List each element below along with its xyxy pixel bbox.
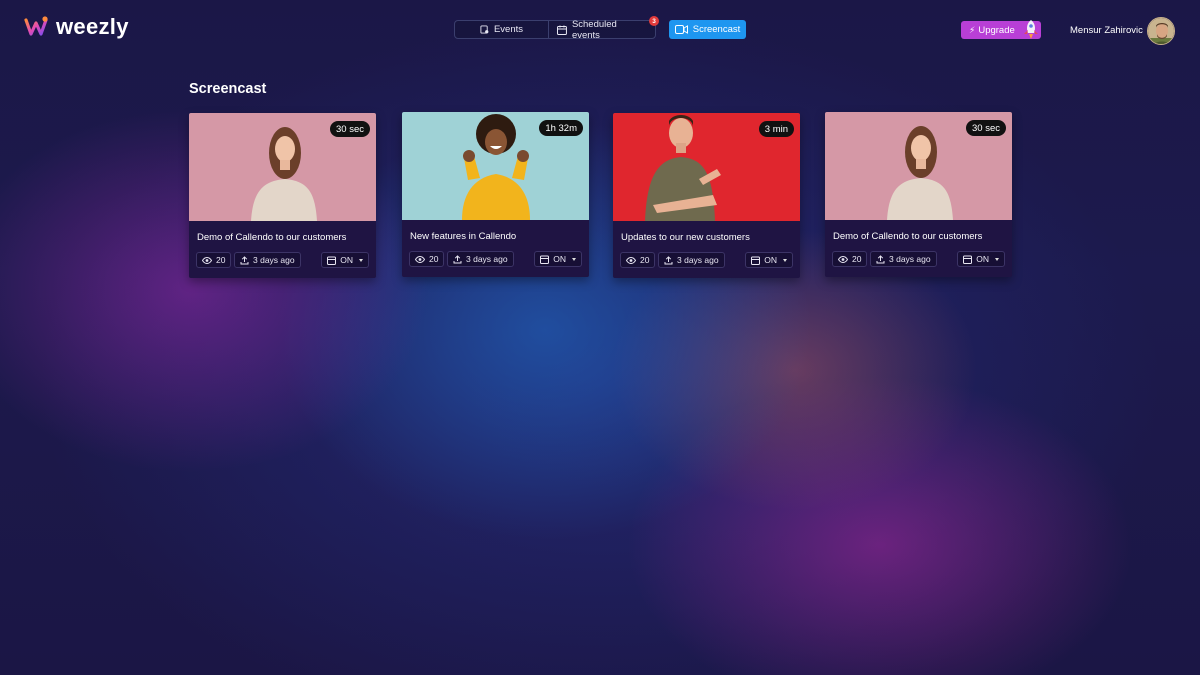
card-title[interactable]: Updates to our new customers [621,232,750,243]
tab-scheduled-events-label: Scheduled events [571,18,617,41]
app-name: weezly [56,14,129,39]
views-count: 20 [620,252,656,268]
duration-badge: 30 sec [330,121,370,137]
chevron-down-icon [572,257,576,261]
duration-badge: 1h 32m [539,120,583,136]
status-value: ON [764,255,777,265]
views-value: 20 [640,255,650,265]
page-title: Screencast [189,81,267,97]
weezly-logo-icon [24,16,48,36]
screencast-card[interactable]: 30 sec Demo of Callendo to our customers… [825,112,1012,277]
video-thumbnail[interactable]: 30 sec [189,113,376,221]
views-count: 20 [832,251,868,267]
card-title[interactable]: Demo of Callendo to our customers [833,231,982,242]
nav-tabs: Events Scheduled events 3 [454,16,659,41]
upload-icon [876,254,885,263]
status-dropdown[interactable]: ON [957,251,1005,267]
calendar-icon [557,25,567,35]
upload-icon [240,255,249,264]
chevron-down-icon [359,258,363,262]
upload-date-value: 3 days ago [677,255,719,265]
eye-icon [838,255,848,263]
tab-events[interactable]: Events [455,21,549,38]
upload-date: 3 days ago [658,252,725,268]
upload-date: 3 days ago [870,251,937,267]
status-dropdown[interactable]: ON [745,252,793,268]
card-title[interactable]: New features in Callendo [410,231,516,242]
app-logo[interactable]: weezly [24,14,129,40]
views-value: 20 [852,254,862,264]
user-name[interactable]: Mensur Zahirovic [1070,25,1143,36]
event-icon [480,25,489,34]
views-count: 20 [196,252,232,268]
status-dropdown[interactable]: ON [321,252,369,268]
views-value: 20 [429,254,439,264]
screencast-card[interactable]: 1h 32m New features in Callendo 20 3 day… [402,112,589,277]
eye-icon [202,256,212,264]
duration-badge: 30 sec [966,120,1006,136]
card-title[interactable]: Demo of Callendo to our customers [197,232,346,243]
screencast-card[interactable]: 30 sec Demo of Callendo to our customers… [189,113,376,278]
upload-icon [453,254,462,263]
views-count: 20 [409,251,445,267]
notification-badge: 3 [649,16,659,26]
chevron-down-icon [783,258,787,262]
upgrade-button[interactable]: ⚡ Upgrade [961,20,1041,39]
calendar-icon [540,255,550,264]
eye-icon [626,256,636,264]
chevron-down-icon [995,257,999,261]
lightning-icon: ⚡ [969,24,976,35]
upload-date-value: 3 days ago [889,254,931,264]
tab-screencast-label: Screencast [692,24,741,35]
upload-date-value: 3 days ago [253,255,295,265]
calendar-icon [963,255,973,264]
screencast-card[interactable]: 3 min Updates to our new customers 20 3 … [613,113,800,278]
status-dropdown[interactable]: ON [534,251,582,267]
upload-date-value: 3 days ago [466,254,508,264]
upload-date: 3 days ago [234,252,301,268]
video-thumbnail[interactable]: 30 sec [825,112,1012,220]
tab-events-label: Events [493,24,524,35]
upgrade-label: Upgrade [978,24,1015,36]
eye-icon [415,255,425,263]
calendar-icon [751,256,761,265]
tab-scheduled-events[interactable]: Scheduled events 3 [549,16,659,41]
views-value: 20 [216,255,226,265]
status-value: ON [340,255,353,265]
upload-icon [664,255,673,264]
video-camera-icon [674,25,688,34]
status-value: ON [976,254,989,264]
rocket-icon [1024,20,1038,39]
video-thumbnail[interactable]: 3 min [613,113,800,221]
status-value: ON [553,254,566,264]
video-thumbnail[interactable]: 1h 32m [402,112,589,220]
avatar[interactable] [1147,17,1175,45]
upload-date: 3 days ago [447,251,514,267]
duration-badge: 3 min [758,121,794,137]
calendar-icon [327,256,337,265]
tab-screencast[interactable]: Screencast [669,20,746,39]
